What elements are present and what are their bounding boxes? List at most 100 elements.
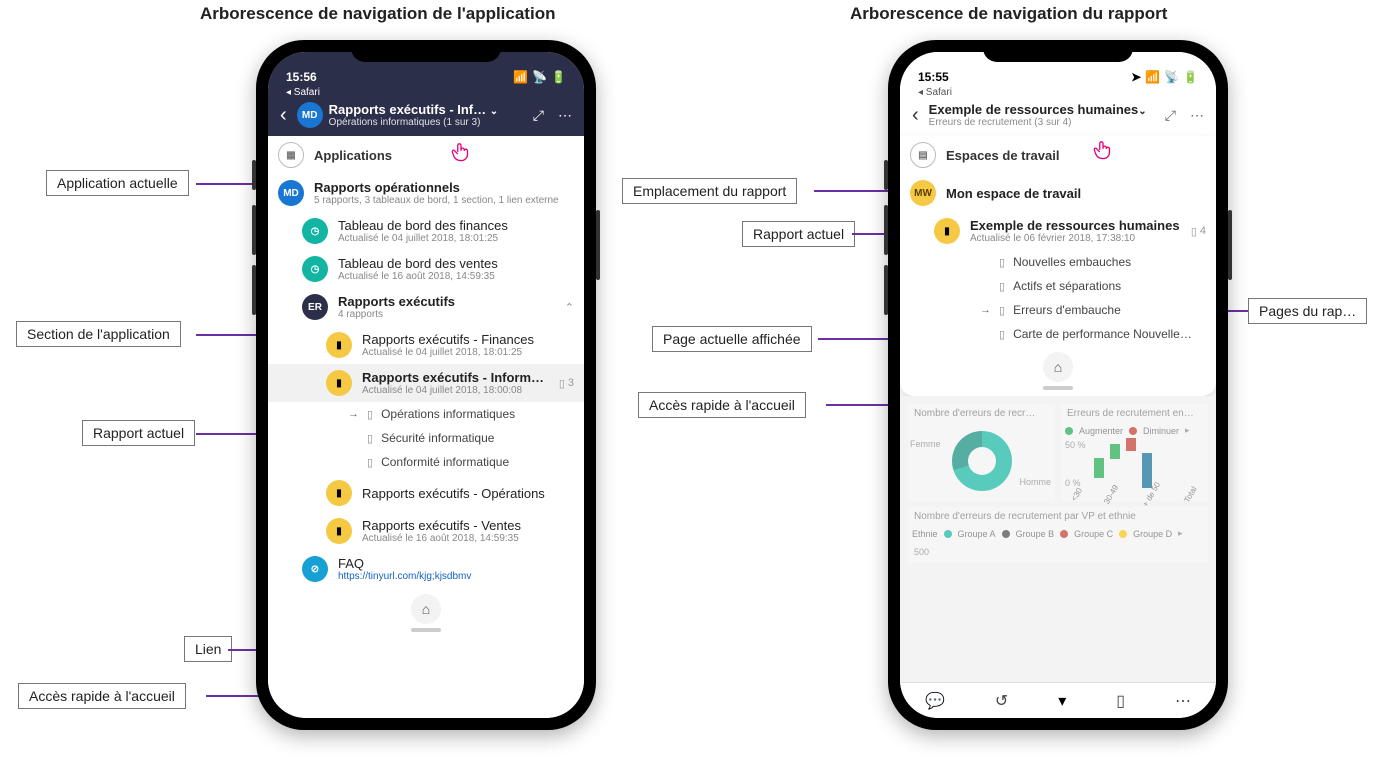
callout-report-pages: Pages du rap… (1248, 298, 1367, 324)
comment-icon[interactable]: 💬 (925, 691, 945, 711)
page-icon: ▯ (367, 408, 373, 421)
page-icon: ▯ (999, 328, 1005, 341)
link-icon: ⊘ (302, 556, 328, 582)
drag-handle[interactable] (411, 628, 441, 632)
callout-app-section: Section de l'application (16, 321, 181, 347)
apps-grid-icon: ▦ (278, 142, 304, 168)
report-pages-block: → ▯ Nouvelles embauches → ▯ Actifs et sé… (900, 250, 1216, 346)
report-subtitle: Actualisé le 04 juillet 2018, 18:00:08 (362, 385, 549, 396)
header-title[interactable]: Rapports exécutifs - Inf… ⌄ (329, 102, 523, 117)
drag-handle[interactable] (1043, 386, 1073, 390)
phone-notch (351, 40, 501, 62)
phone-notch (983, 40, 1133, 62)
page-icon: ▯ (559, 377, 565, 390)
more-icon[interactable]: ⋯ (554, 107, 576, 124)
report-row[interactable]: ▮ Rapports exécutifs - Opérations (268, 474, 584, 512)
wifi-icon: 📡 (1164, 70, 1179, 84)
header-subtitle: Opérations informatiques (1 sur 3) (329, 117, 523, 128)
dashboard-row[interactable]: ◷ Tableau de bord des ventes Actualisé l… (268, 250, 584, 288)
title-left: Arborescence de navigation de l'applicat… (200, 4, 555, 24)
link-row[interactable]: ⊘ FAQ https://tinyurl.com/kjg;kjsdbmv (268, 550, 584, 588)
chevron-down-icon: ⌄ (490, 106, 498, 117)
home-button[interactable]: ⌂ (411, 594, 441, 624)
page-count: ▯ 3 (559, 377, 574, 390)
app-row-current[interactable]: MD Rapports opérationnels 5 rapports, 3 … (268, 174, 584, 212)
home-icon: ⌂ (1054, 359, 1062, 375)
back-to-safari[interactable]: ◂ Safari (900, 86, 1216, 98)
report-subtitle: Actualisé le 06 février 2018, 17:38:10 (970, 233, 1181, 244)
expand-icon[interactable]: ⤢ (529, 107, 548, 124)
report-row-current[interactable]: ▮ Exemple de ressources humaines Actuali… (900, 212, 1216, 250)
dashboard-title: Tableau de bord des ventes (338, 256, 574, 271)
report-page-row[interactable]: → ▯ Opérations informatiques (348, 402, 584, 426)
applications-header[interactable]: ▦ Applications (268, 136, 584, 174)
header-title[interactable]: Exemple de ressources humaines⌄ (929, 102, 1155, 117)
arrow-right-icon: → (980, 304, 991, 316)
phone-right: 15:55 ➤ 📶 📡 🔋 ◂ Safari ‹ Exemple de ress… (888, 40, 1228, 730)
report-row-current[interactable]: ▮ Rapports exécutifs - Inform… Actualisé… (268, 364, 584, 402)
hand-cursor-icon (1090, 138, 1116, 164)
link-url: https://tinyurl.com/kjg;kjsdbmv (338, 571, 574, 582)
report-page-row[interactable]: → ▯ Erreurs d'embauche (980, 298, 1216, 322)
report-page-row[interactable]: → ▯ Sécurité informatique (348, 426, 584, 450)
report-page-row[interactable]: → ▯ Nouvelles embauches (980, 250, 1216, 274)
status-time: 15:55 (918, 70, 949, 84)
back-chevron-icon[interactable]: ‹ (908, 104, 923, 127)
dashboard-subtitle: Actualisé le 16 août 2018, 14:59:35 (338, 271, 574, 282)
more-icon[interactable]: ⋯ (1175, 691, 1191, 711)
report-icon: ▮ (326, 480, 352, 506)
report-title: Rapports exécutifs - Finances (362, 332, 574, 347)
report-title: Rapports exécutifs - Opérations (362, 486, 574, 501)
dashboard-subtitle: Actualisé le 04 juillet 2018, 18:01:25 (338, 233, 574, 244)
report-icon: ▮ (326, 518, 352, 544)
dashboard-row[interactable]: ◷ Tableau de bord des finances Actualisé… (268, 212, 584, 250)
callout-report-current-right: Rapport actuel (742, 221, 855, 247)
home-button[interactable]: ⌂ (1043, 352, 1073, 382)
back-to-safari[interactable]: ◂ Safari (268, 86, 584, 98)
back-chevron-icon[interactable]: ‹ (276, 104, 291, 127)
report-content-dimmed: Nombre d'erreurs de recr… Femme Homme Er… (900, 396, 1216, 682)
pages-icon[interactable]: ▯ (1116, 691, 1125, 711)
report-row[interactable]: ▮ Rapports exécutifs - Finances Actualis… (268, 326, 584, 364)
report-icon: ▮ (934, 218, 960, 244)
wifi-icon: 📡 (532, 70, 547, 84)
callout-page-current: Page actuelle affichée (652, 326, 812, 352)
report-icon: ▮ (326, 332, 352, 358)
section-avatar: ER (302, 294, 328, 320)
callout-app-current: Application actuelle (46, 170, 189, 196)
page-count: ▯ 4 (1191, 225, 1206, 238)
report-page-row[interactable]: → ▯ Conformité informatique (348, 450, 584, 474)
section-title: Rapports exécutifs (338, 294, 555, 309)
report-page-row[interactable]: → ▯ Carte de performance Nouvelle… (980, 322, 1216, 346)
expand-icon[interactable]: ⤢ (1161, 107, 1180, 124)
report-row[interactable]: ▮ Rapports exécutifs - Ventes Actualisé … (268, 512, 584, 550)
app-subtitle: 5 rapports, 3 tableaux de bord, 1 sectio… (314, 195, 574, 206)
bottom-toolbar: 💬 ↺ ▾ ▯ ⋯ (900, 682, 1216, 718)
page-icon: ▯ (367, 456, 373, 469)
section-row[interactable]: ER Rapports exécutifs 4 rapports ⌃ (268, 288, 584, 326)
chevron-down-icon: ⌄ (1138, 106, 1146, 117)
title-right: Arborescence de navigation du rapport (850, 4, 1167, 24)
refresh-icon[interactable]: ↺ (995, 691, 1008, 711)
location-icon: ➤ (1131, 70, 1141, 84)
page-icon: ▯ (367, 432, 373, 445)
workspace-icon: ▤ (910, 142, 936, 168)
workspace-row[interactable]: MW Mon espace de travail (900, 174, 1216, 212)
report-title: Rapports exécutifs - Inform… (362, 370, 549, 385)
battery-icon: 🔋 (551, 70, 566, 84)
section-subtitle: 4 rapports (338, 309, 555, 320)
report-pages-block: → ▯ Opérations informatiques → ▯ Sécurit… (268, 402, 584, 474)
report-page-row[interactable]: → ▯ Actifs et séparations (980, 274, 1216, 298)
more-icon[interactable]: ⋯ (1186, 107, 1208, 124)
battery-icon: 🔋 (1183, 70, 1198, 84)
app-avatar: MD (278, 180, 304, 206)
signal-icon: 📶 (513, 70, 528, 84)
workspaces-header[interactable]: ▤ Espaces de travail (900, 136, 1216, 174)
page-icon: ▯ (1191, 225, 1197, 238)
page-icon: ▯ (999, 256, 1005, 269)
signal-icon: 📶 (1145, 70, 1160, 84)
report-subtitle: Actualisé le 04 juillet 2018, 18:01:25 (362, 347, 574, 358)
workspace-title: Mon espace de travail (946, 186, 1206, 201)
filter-icon[interactable]: ▾ (1058, 691, 1066, 711)
report-icon: ▮ (326, 370, 352, 396)
